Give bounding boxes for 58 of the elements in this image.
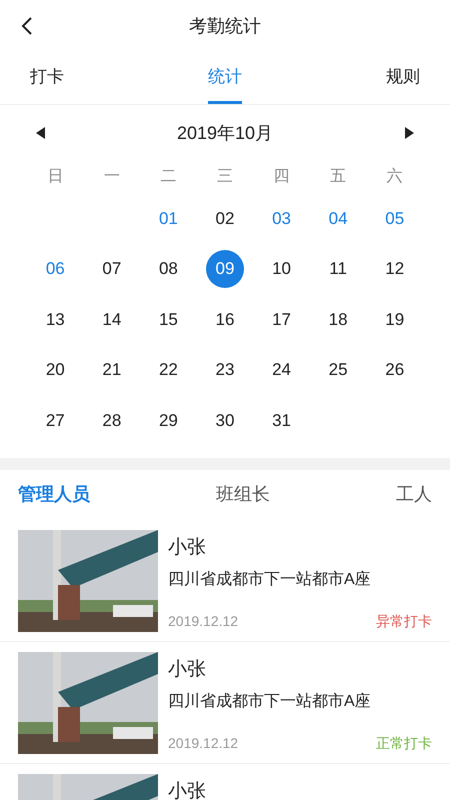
weekday-label: 六 — [386, 166, 403, 187]
calendar-day[interactable]: 15 — [149, 300, 188, 338]
weekday-label: 日 — [47, 167, 64, 187]
calendar-day[interactable]: 11 — [319, 250, 358, 288]
calendar-day[interactable]: 28 — [92, 401, 131, 440]
person-name: 小张 — [168, 780, 207, 800]
calendar-day[interactable]: 06 — [36, 250, 74, 288]
weekday-label: 五 — [330, 167, 346, 187]
role-tab[interactable]: 管理人员 — [18, 481, 90, 508]
calendar-day[interactable]: 26 — [376, 350, 414, 389]
calendar-day[interactable]: 18 — [319, 300, 358, 338]
calendar-day[interactable]: 17 — [262, 300, 301, 338]
back-icon[interactable] — [20, 16, 34, 36]
month-label: 2019年10月 — [176, 122, 274, 144]
address-text: 四川省成都市下一站都市A座 — [168, 692, 372, 712]
calendar-day[interactable]: 22 — [149, 350, 188, 389]
tab[interactable]: 规则 — [386, 52, 420, 104]
weekday-label: 一 — [104, 167, 120, 187]
weekday-label: 二 — [160, 167, 176, 187]
check-in-status: 异常打卡 — [376, 612, 432, 630]
calendar-day[interactable]: 04 — [319, 199, 358, 238]
calendar-day[interactable]: 14 — [92, 300, 131, 338]
calendar-day[interactable]: 02 — [206, 199, 244, 238]
calendar-day[interactable]: 21 — [92, 350, 131, 389]
role-tab[interactable]: 班组长 — [216, 481, 270, 508]
calendar-day[interactable]: 05 — [376, 199, 414, 238]
calendar-day[interactable]: 10 — [262, 250, 301, 288]
calendar-day[interactable]: 27 — [36, 401, 74, 440]
calendar-day[interactable]: 12 — [376, 250, 414, 288]
calendar-day[interactable]: 31 — [262, 401, 301, 440]
person-name: 小张 — [168, 536, 207, 560]
calendar-day[interactable]: 03 — [262, 199, 301, 238]
check-in-status: 正常打卡 — [376, 734, 432, 752]
calendar-day[interactable]: 29 — [149, 401, 188, 440]
person-name: 小张 — [168, 658, 207, 682]
tab[interactable]: 统计 — [208, 52, 242, 104]
calendar-day[interactable]: 13 — [36, 300, 74, 338]
calendar-day[interactable]: 20 — [36, 350, 74, 389]
calendar-day[interactable]: 30 — [206, 401, 244, 440]
page-title: 考勤统计 — [189, 14, 261, 38]
weekday-label: 三 — [216, 167, 233, 187]
tab[interactable]: 打卡 — [30, 52, 64, 104]
calendar-day[interactable]: 08 — [149, 250, 188, 288]
calendar-day[interactable]: 07 — [92, 250, 131, 288]
calendar-day[interactable]: 24 — [262, 350, 301, 389]
weekday-label: 四 — [274, 167, 290, 187]
calendar-day[interactable]: 09 — [206, 250, 244, 288]
calendar-day[interactable]: 16 — [206, 300, 244, 338]
role-tab[interactable]: 工人 — [396, 481, 432, 508]
record-date: 2019.12.12 — [168, 612, 238, 630]
address-text: 四川省成都市下一站都市A座 — [168, 570, 372, 590]
next-month-icon[interactable] — [404, 127, 414, 139]
calendar-day[interactable]: 01 — [149, 199, 188, 238]
previous-month-icon[interactable] — [36, 127, 46, 139]
calendar-day[interactable]: 25 — [319, 350, 358, 389]
calendar-day[interactable]: 19 — [376, 300, 414, 338]
record-date: 2019.12.12 — [168, 734, 238, 752]
calendar-day[interactable]: 23 — [206, 350, 244, 389]
